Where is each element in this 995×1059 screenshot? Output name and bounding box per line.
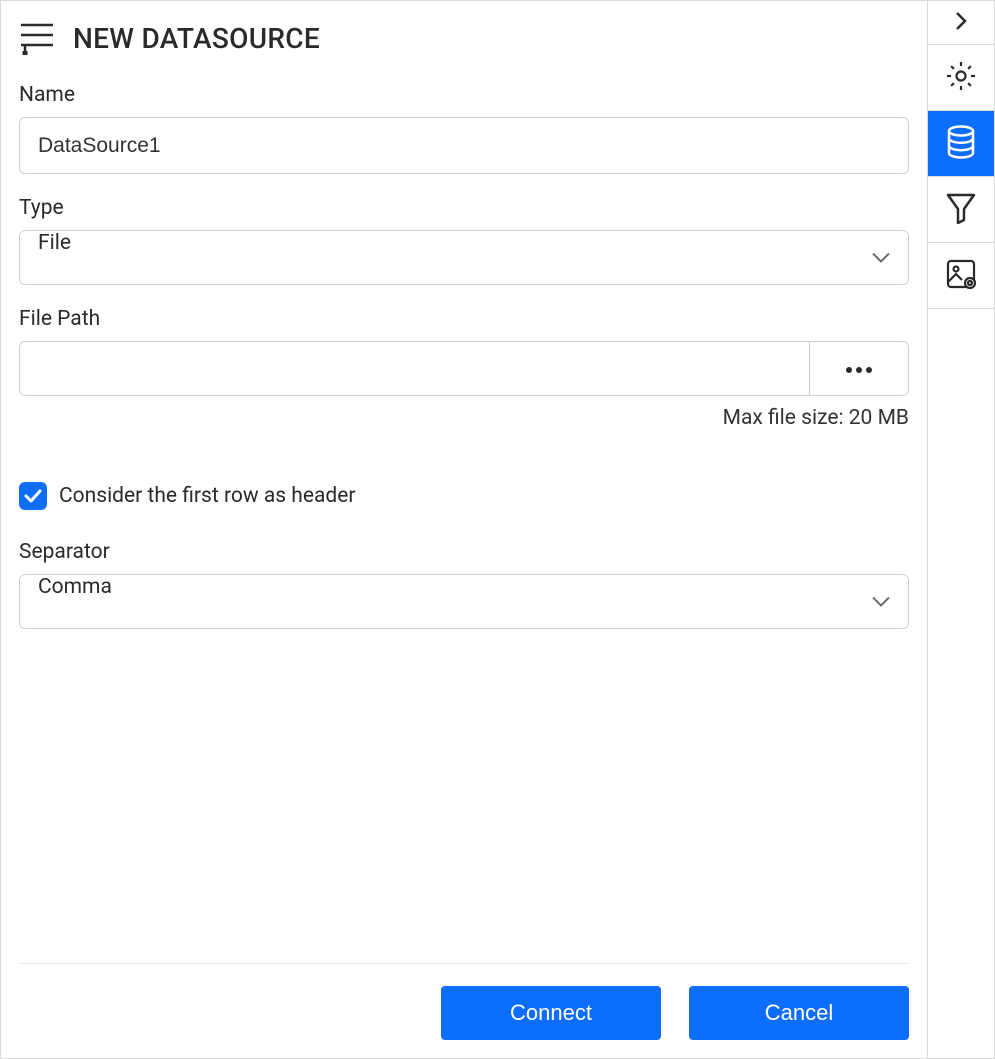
separator-select-wrap: Comma <box>19 574 909 629</box>
browse-button[interactable] <box>809 341 909 396</box>
field-type: Type File <box>19 196 909 285</box>
sidebar-filter[interactable] <box>928 177 994 243</box>
separator-select[interactable]: Comma <box>19 574 909 629</box>
sidebar-collapse[interactable] <box>928 1 994 45</box>
datasource-icon <box>19 21 57 55</box>
image-settings-icon <box>945 258 977 294</box>
separator-label: Separator <box>19 540 909 564</box>
name-input[interactable] <box>19 117 909 174</box>
field-filepath: File Path Max file size: 20 MB <box>19 307 909 430</box>
chevron-right-icon <box>955 11 967 35</box>
max-filesize-hint: Max file size: 20 MB <box>19 406 909 430</box>
gear-icon <box>945 60 977 96</box>
panel-title: NEW DATASOURCE <box>73 22 320 55</box>
sidebar-settings[interactable] <box>928 45 994 111</box>
firstrow-checkbox[interactable] <box>19 482 47 510</box>
main-panel: NEW DATASOURCE Name Type File File Path … <box>1 1 927 1058</box>
type-select-wrap: File <box>19 230 909 285</box>
type-select[interactable]: File <box>19 230 909 285</box>
sidebar <box>927 1 994 1058</box>
database-icon <box>946 125 976 163</box>
funnel-icon <box>946 192 976 228</box>
sidebar-image[interactable] <box>928 243 994 309</box>
panel-header: NEW DATASOURCE <box>19 21 909 55</box>
filepath-label: File Path <box>19 307 909 331</box>
field-name: Name <box>19 83 909 174</box>
firstrow-checkbox-row: Consider the first row as header <box>19 482 909 510</box>
sidebar-datasource[interactable] <box>928 111 994 177</box>
filepath-row <box>19 341 909 396</box>
cancel-button[interactable]: Cancel <box>689 986 909 1040</box>
ellipsis-icon <box>846 361 872 376</box>
name-label: Name <box>19 83 909 107</box>
footer: Connect Cancel <box>19 963 909 1040</box>
field-separator: Separator Comma <box>19 540 909 629</box>
connect-button[interactable]: Connect <box>441 986 661 1040</box>
check-icon <box>24 489 42 503</box>
firstrow-label: Consider the first row as header <box>59 484 356 508</box>
type-label: Type <box>19 196 909 220</box>
filepath-input[interactable] <box>19 341 809 396</box>
